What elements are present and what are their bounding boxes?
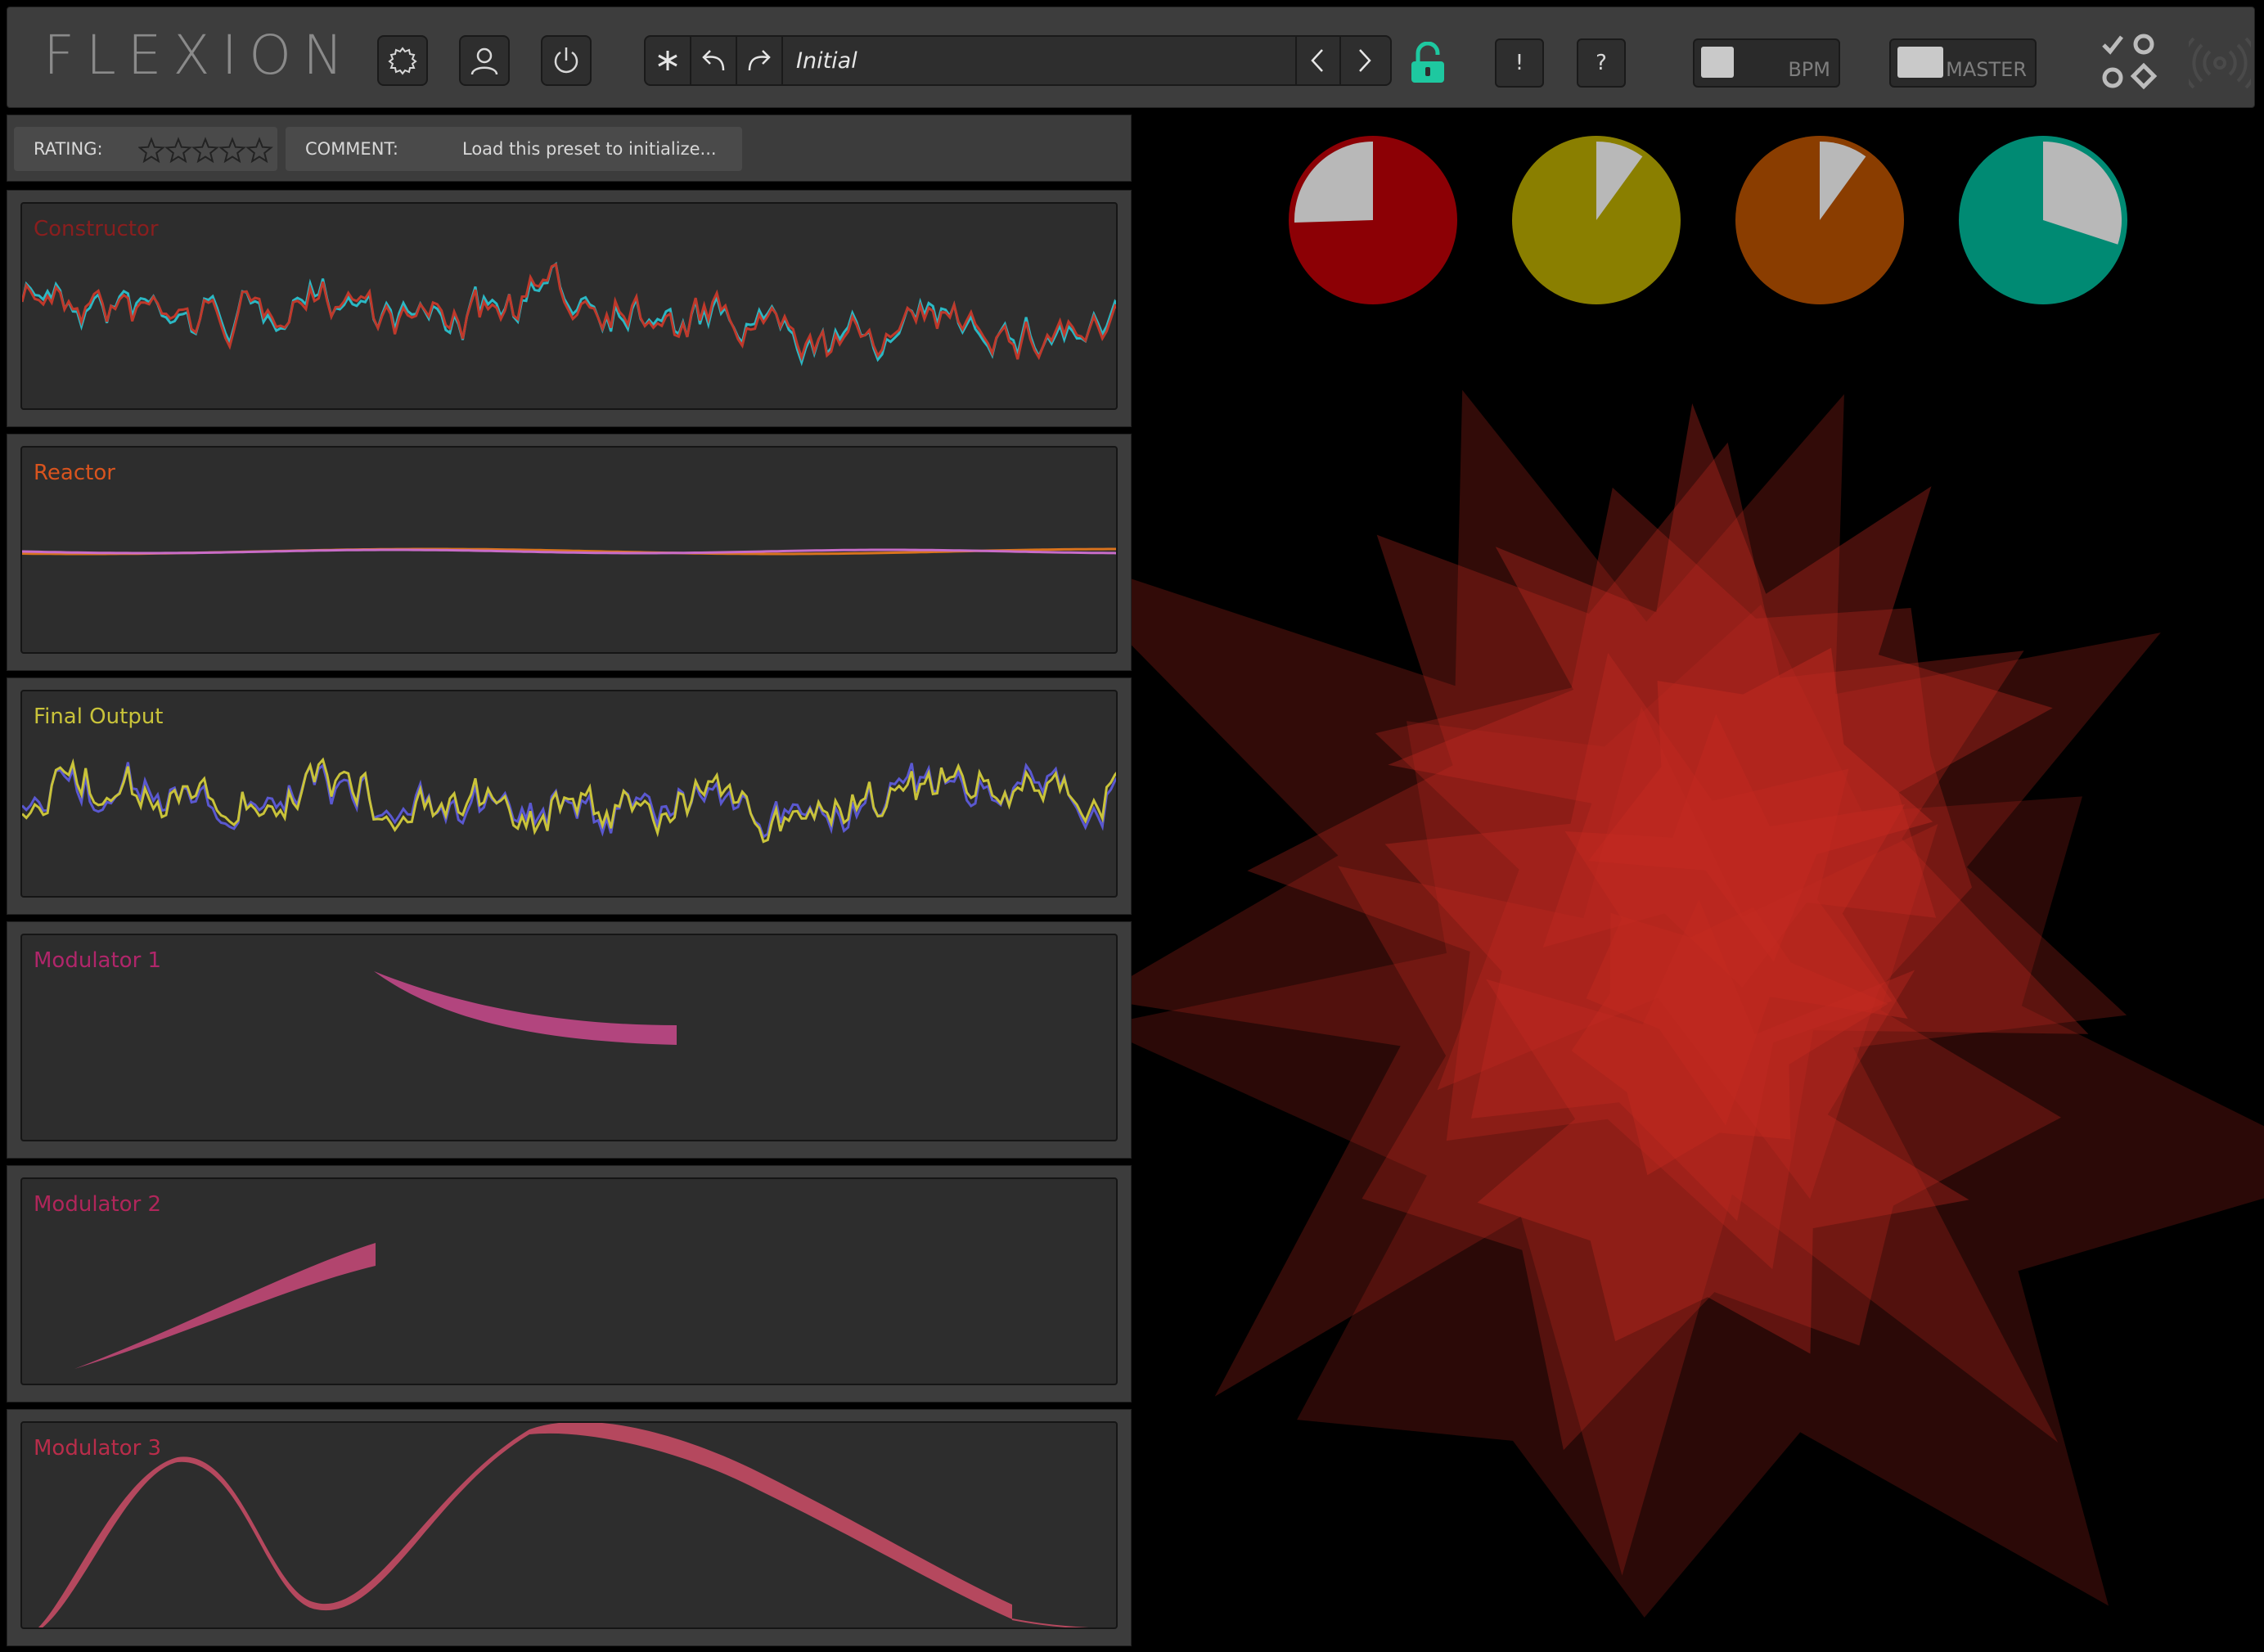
mod-curve-tail <box>1011 1618 1090 1627</box>
alert-button[interactable]: ! <box>1495 38 1544 88</box>
app-logo: FLEXION <box>43 24 355 87</box>
final-output-title: Final Output <box>34 704 164 729</box>
mod-curve <box>38 1423 1012 1627</box>
account-button[interactable] <box>459 35 510 86</box>
comment-text[interactable]: Load this preset to initialize... <box>462 139 717 159</box>
final-output-waveform <box>22 757 1116 844</box>
visualizer-canvas[interactable] <box>1035 115 2264 1649</box>
reactor-waveform <box>22 547 1116 556</box>
asterisk-icon <box>658 51 677 70</box>
bpm-slider-fill <box>1701 47 1734 78</box>
constructor-panel: Constructor <box>7 190 1132 427</box>
star-icon[interactable] <box>245 137 273 164</box>
preset-info-bar: RATING: COMMENT: Load this preset to ini… <box>7 115 1132 182</box>
randomize-button[interactable] <box>646 37 691 84</box>
undo-icon <box>702 50 725 71</box>
rating-box: RATING: <box>14 127 277 171</box>
modulator-2-panel: Modulator 2 <box>7 1165 1132 1402</box>
master-label: MASTER <box>1946 58 2027 81</box>
comment-box: COMMENT: Load this preset to initialize.… <box>286 127 742 171</box>
final-output-panel: Final Output <box>7 677 1132 915</box>
modulator-2-title: Modulator 2 <box>34 1192 162 1217</box>
modulator-3-curve <box>38 1423 1090 1627</box>
user-icon <box>470 47 498 75</box>
star-icon[interactable] <box>191 137 219 164</box>
modulator-3-title: Modulator 3 <box>34 1436 162 1461</box>
redo-icon <box>748 50 771 71</box>
next-preset-button[interactable] <box>1341 37 1387 84</box>
chevron-right-icon <box>1359 49 1371 72</box>
rating-stars[interactable] <box>138 137 274 166</box>
modulator-1-title: Modulator 1 <box>34 948 162 973</box>
chevron-left-icon <box>1311 49 1323 72</box>
modulator-1-panel: Modulator 1 <box>7 921 1132 1159</box>
waveform-line <box>22 757 1116 844</box>
star-icon[interactable] <box>164 137 192 164</box>
modulator-3-panel: Modulator 3 <box>7 1409 1132 1646</box>
knob-indicator <box>1294 141 1373 223</box>
master-slider-fill <box>1897 47 1943 78</box>
rating-label: RATING: <box>34 139 103 159</box>
reactor-title: Reactor <box>34 461 115 485</box>
redo-button[interactable] <box>737 37 783 84</box>
knob-orange[interactable] <box>1734 134 1906 306</box>
settings-button[interactable] <box>377 35 428 86</box>
constructor-title: Constructor <box>34 217 159 241</box>
gear-icon <box>388 47 417 75</box>
final-output-scope: Final Output <box>20 690 1118 898</box>
reactor-scope: Reactor <box>20 446 1118 654</box>
modulator-1-curve <box>374 971 677 1045</box>
modulator-2-curve <box>74 1243 376 1369</box>
undo-button[interactable] <box>691 37 737 84</box>
preset-selector: Initial <box>644 35 1392 86</box>
preset-name[interactable]: Initial <box>796 48 857 74</box>
constructor-scope: Constructor <box>20 202 1118 410</box>
star-icon[interactable] <box>138 137 165 164</box>
modulator-1-scope: Modulator 1 <box>20 934 1118 1141</box>
modulator-2-scope: Modulator 2 <box>20 1177 1118 1385</box>
bpm-label: BPM <box>1788 58 1830 81</box>
help-button[interactable]: ? <box>1577 38 1626 88</box>
modulator-3-scope: Modulator 3 <box>20 1421 1118 1629</box>
master-slider[interactable]: MASTER <box>1889 38 2037 88</box>
star-icon[interactable] <box>218 137 246 164</box>
knob-red[interactable] <box>1287 134 1459 306</box>
shapes-icon[interactable] <box>2099 32 2161 94</box>
knob-yellow[interactable] <box>1510 134 1682 306</box>
prev-preset-button[interactable] <box>1295 37 1341 84</box>
power-button[interactable] <box>541 35 592 86</box>
mod-curve <box>374 971 677 1045</box>
top-toolbar: FLEXION Initial ! ? BPM MASTER <box>7 7 2255 108</box>
constructor-waveform <box>22 261 1116 367</box>
bpm-slider[interactable]: BPM <box>1693 38 1840 88</box>
knob-teal[interactable] <box>1957 134 2129 306</box>
fractal-visualization <box>1035 389 2264 1618</box>
broadcast-icon[interactable] <box>2189 37 2251 89</box>
reactor-panel: Reactor <box>7 434 1132 671</box>
unlock-icon[interactable] <box>1407 42 1449 84</box>
mod-curve <box>74 1243 376 1369</box>
comment-label: COMMENT: <box>305 139 399 159</box>
power-icon <box>554 47 578 74</box>
